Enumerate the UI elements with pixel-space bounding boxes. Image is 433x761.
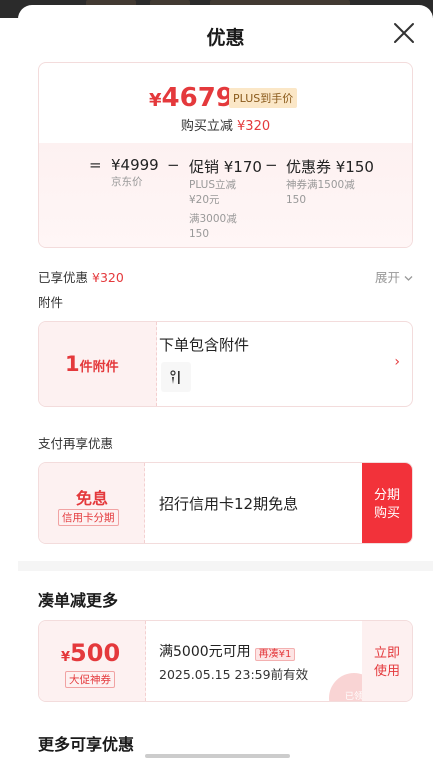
discount-sheet: 优惠 ¥4679 PLUS到手价 购买立减 ¥320 = ¥4999 京东价 −… xyxy=(18,5,433,761)
interest-free-panel: 免息 信用卡分期 xyxy=(39,463,145,543)
minus-sign: − xyxy=(265,156,278,174)
final-price-value: 4679 xyxy=(161,83,234,113)
button-label: 分期 xyxy=(373,488,400,503)
coupon-expiry: 2025.05.15 23:59前有效 xyxy=(159,667,309,682)
currency-symbol: ¥ xyxy=(149,90,162,111)
plus-price-tag: PLUS到手价 xyxy=(229,88,298,108)
accessory-count-unit: 件附件 xyxy=(79,360,119,375)
accessory-count: 1件附件 xyxy=(65,352,119,376)
coupon-section-title: 凑单减更多 xyxy=(38,591,119,610)
accessory-card[interactable]: 1件附件 下单包含附件 › xyxy=(38,321,413,407)
coupon-detail: 神券满1500减 xyxy=(286,179,355,191)
jd-price: ¥4999 xyxy=(111,156,159,174)
more-offers-title: 更多可享优惠 xyxy=(38,735,135,754)
chevron-right-icon: › xyxy=(394,354,400,370)
payment-section-label: 支付再享优惠 xyxy=(38,436,114,451)
installment-buy-button[interactable]: 分期 购买 xyxy=(362,463,412,543)
installment-tag: 信用卡分期 xyxy=(58,509,119,526)
reduce-line: 购买立减 ¥320 xyxy=(39,115,412,134)
promo-detail: ¥20元 xyxy=(189,194,220,206)
final-price: ¥4679 xyxy=(149,83,234,113)
coupon-column: 优惠券 ¥150 神券满1500减 150 xyxy=(286,156,374,207)
button-label: 立即 xyxy=(373,646,400,661)
sheet-header: 优惠 xyxy=(18,5,433,59)
enjoyed-label: 已享优惠 xyxy=(38,270,89,285)
coupon-condition-text: 满5000元可用 xyxy=(159,644,251,660)
coupon-card: ¥500 大促神券 满5000元可用 再凑¥1 2025.05.15 23:59前… xyxy=(38,620,413,702)
accessory-item-icon xyxy=(170,370,180,384)
coupon-amount: 500 xyxy=(70,639,121,667)
payment-description: 招行信用卡12期免息 xyxy=(159,495,299,513)
reduce-amount: ¥320 xyxy=(237,119,271,134)
price-summary-card: ¥4679 PLUS到手价 购买立减 ¥320 = ¥4999 京东价 − 促销… xyxy=(38,62,413,248)
home-indicator[interactable] xyxy=(145,754,290,758)
sheet-title: 优惠 xyxy=(206,27,245,49)
price-summary-top: ¥4679 PLUS到手价 购买立减 ¥320 xyxy=(39,63,412,143)
coupon-amount: 优惠券 ¥150 xyxy=(286,158,374,176)
minus-sign: − xyxy=(167,156,180,174)
reduce-label: 购买立减 xyxy=(180,119,233,134)
promo-detail: PLUS立减 xyxy=(189,179,237,191)
coupon-value: ¥500 xyxy=(61,639,120,667)
coupon-again-badge: 再凑¥1 xyxy=(254,647,296,661)
chevron-down-icon xyxy=(404,276,413,281)
promo-amount: 促销 ¥170 xyxy=(189,158,262,176)
coupon-value-panel: ¥500 大促神券 xyxy=(39,621,146,701)
coupon-condition: 满5000元可用 再凑¥1 xyxy=(159,641,296,661)
payment-offer-card: 免息 信用卡分期 招行信用卡12期免息 分期 购买 xyxy=(38,462,413,544)
expand-button[interactable]: 展开 xyxy=(375,267,413,286)
accessory-count-panel: 1件附件 xyxy=(39,322,157,406)
price-breakdown: = ¥4999 京东价 − 促销 ¥170 PLUS立减 ¥20元 满3000减… xyxy=(39,143,412,247)
coupon-type-tag: 大促神券 xyxy=(65,671,115,688)
coupon-detail: 150 xyxy=(286,194,307,206)
enjoyed-discount: 已享优惠 ¥320 xyxy=(38,267,124,286)
accessory-section-label: 附件 xyxy=(38,295,64,310)
button-label: 购买 xyxy=(373,506,400,521)
promo-column: 促销 ¥170 PLUS立减 ¥20元 满3000减 150 xyxy=(189,156,262,241)
accessory-thumbnail xyxy=(161,362,191,392)
equals-sign: = xyxy=(89,156,102,174)
section-divider xyxy=(18,561,433,571)
close-icon[interactable] xyxy=(391,20,417,46)
enjoyed-amount: ¥320 xyxy=(92,270,124,285)
jd-price-label: 京东价 xyxy=(111,176,143,188)
accessory-count-number: 1 xyxy=(65,352,80,376)
coupon-currency: ¥ xyxy=(61,650,71,665)
expand-label: 展开 xyxy=(375,270,401,285)
promo-detail: 满3000减 xyxy=(189,213,237,225)
jd-price-column: ¥4999 京东价 xyxy=(111,156,159,189)
interest-free-title: 免息 xyxy=(75,489,108,508)
accessory-title: 下单包含附件 xyxy=(159,336,250,354)
use-coupon-button[interactable]: 立即 使用 xyxy=(362,621,412,701)
promo-detail: 150 xyxy=(189,228,210,240)
button-label: 使用 xyxy=(373,664,400,679)
